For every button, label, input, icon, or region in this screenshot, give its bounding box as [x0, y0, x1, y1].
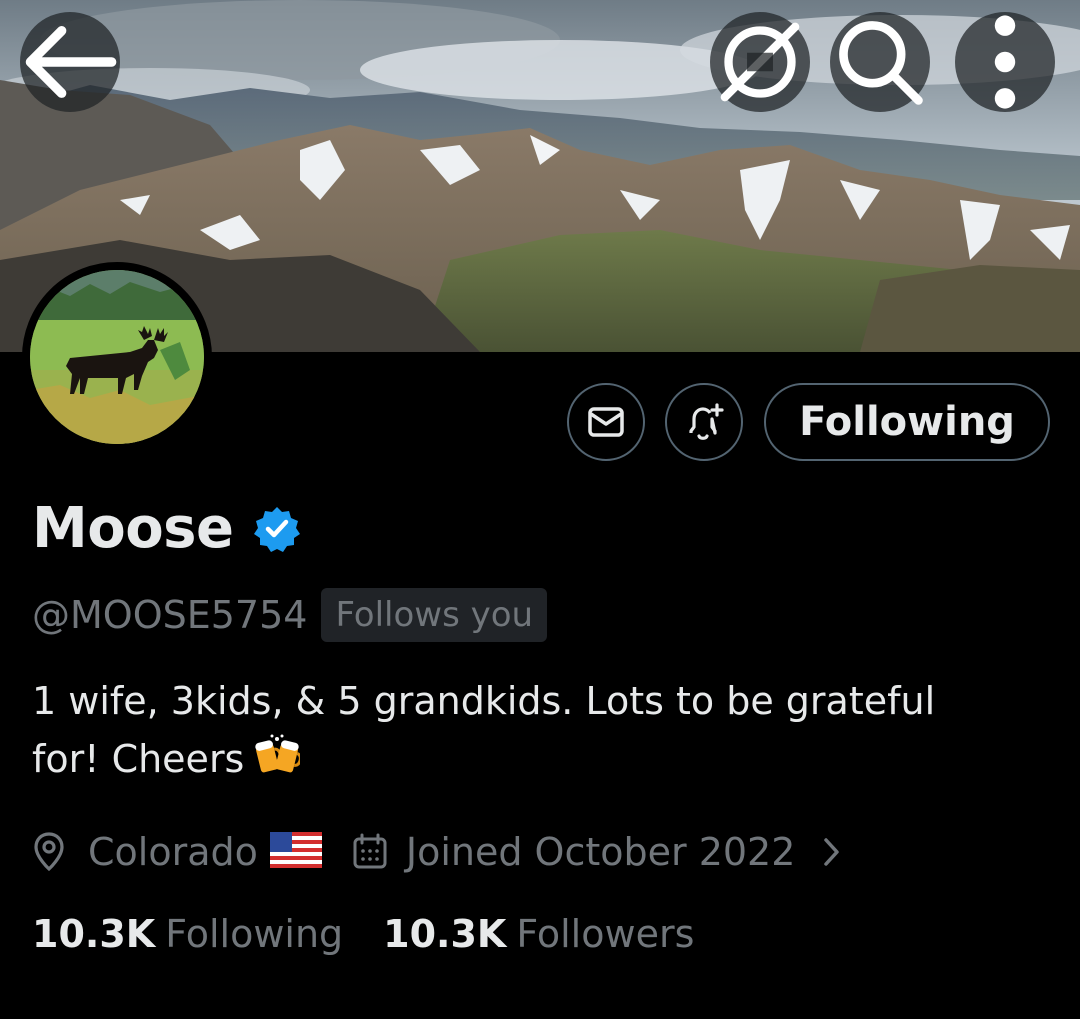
- location-text: Colorado: [88, 830, 258, 874]
- following-button[interactable]: Following: [764, 383, 1050, 461]
- bio-text: 1 wife, 3kids, & 5 grandkids. Lots to be…: [32, 679, 936, 781]
- following-count[interactable]: 10.3K: [32, 912, 155, 956]
- user-handle: @MOOSE5754: [32, 593, 308, 637]
- follows-you-badge: Follows you: [321, 588, 548, 642]
- followers-count[interactable]: 10.3K: [383, 912, 506, 956]
- following-label[interactable]: Following: [165, 912, 343, 956]
- message-button[interactable]: [567, 383, 645, 461]
- beer-mugs-icon: [254, 733, 303, 791]
- us-flag-icon: [269, 832, 322, 872]
- moose-avatar-image: [30, 270, 204, 444]
- bio: 1 wife, 3kids, & 5 grandkids. Lots to be…: [32, 672, 1032, 791]
- notifications-button[interactable]: [665, 383, 743, 461]
- handle-row: @MOOSE5754 Follows you: [32, 588, 548, 642]
- location-pin-icon: [34, 832, 64, 872]
- followers-label[interactable]: Followers: [516, 912, 694, 956]
- envelope-icon: [588, 407, 624, 437]
- more-options-button[interactable]: [955, 12, 1055, 112]
- search-icon: [839, 21, 923, 105]
- profile-meta-row: Colorado Joined October 2022: [32, 822, 843, 882]
- chevron-right-icon[interactable]: [821, 835, 843, 869]
- avatar[interactable]: [22, 262, 212, 452]
- more-vertical-icon: [994, 15, 1016, 109]
- back-button[interactable]: [20, 12, 120, 112]
- verified-badge-icon[interactable]: [253, 505, 301, 553]
- arrow-left-icon: [25, 26, 117, 98]
- calendar-icon: [353, 833, 387, 869]
- display-name: Moose: [32, 496, 234, 561]
- bell-plus-icon: [689, 403, 724, 440]
- grok-button[interactable]: [710, 12, 810, 112]
- profile-page: Following Moose @MOOSE5754 Follows you 1…: [0, 0, 1080, 1019]
- search-button[interactable]: [830, 12, 930, 112]
- follow-stats: 10.3K Following 10.3K Followers: [32, 912, 694, 956]
- joined-date-text: Joined October 2022: [405, 830, 796, 874]
- grok-icon: [720, 22, 800, 102]
- name-row: Moose: [32, 496, 301, 561]
